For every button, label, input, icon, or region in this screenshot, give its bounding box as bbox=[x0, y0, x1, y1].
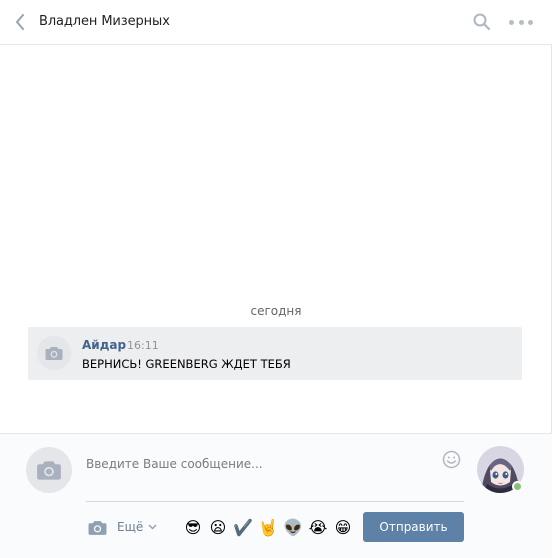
camera-icon bbox=[45, 346, 63, 360]
online-status-indicator bbox=[512, 481, 523, 492]
message-item[interactable]: Айдар 16:11 ВЕРНИСЬ! GREENBERG ЖДЕТ ТЕБЯ bbox=[28, 327, 522, 380]
my-avatar-upload[interactable] bbox=[26, 447, 72, 493]
quick-emoji-bar: 😎 😦 ✔️ 🤘 👽 😭 😁 bbox=[182, 518, 354, 538]
page-title[interactable]: Владлен Мизерных bbox=[39, 14, 170, 29]
sunglasses-emoji-icon[interactable]: 😎 bbox=[182, 518, 204, 538]
emoji-button[interactable] bbox=[442, 450, 461, 469]
attach-photo-button[interactable] bbox=[88, 520, 107, 536]
more-dots-icon bbox=[518, 19, 524, 25]
smile-icon bbox=[442, 450, 461, 469]
chevron-left-icon bbox=[16, 14, 24, 30]
message-text: ВЕРНИСЬ! GREENBERG ЖДЕТ ТЕБЯ bbox=[82, 357, 291, 371]
rock-on-emoji-icon[interactable]: 🤘 bbox=[257, 518, 279, 538]
send-button[interactable]: Отправить bbox=[363, 512, 464, 542]
search-icon bbox=[473, 13, 491, 31]
dialog-header: Владлен Мизерных bbox=[0, 0, 552, 45]
more-dots-icon bbox=[509, 19, 514, 25]
message-input[interactable] bbox=[86, 452, 431, 476]
message-time[interactable]: 16:11 bbox=[127, 339, 159, 352]
back-button[interactable] bbox=[10, 11, 30, 33]
date-separator: сегодня bbox=[250, 304, 302, 318]
frowning-emoji-icon[interactable]: 😦 bbox=[207, 518, 229, 538]
chevron-down-icon bbox=[148, 524, 157, 530]
camera-icon bbox=[88, 521, 107, 535]
message-composer: Ещё 😎 😦 ✔️ 🤘 👽 😭 😁 Отправить bbox=[0, 433, 552, 558]
search-button[interactable] bbox=[472, 12, 492, 32]
grinning-emoji-icon[interactable]: 😁 bbox=[332, 518, 354, 538]
camera-icon bbox=[37, 460, 61, 480]
message-input-wrap bbox=[86, 448, 464, 502]
more-dots-icon bbox=[528, 19, 533, 25]
dialog-window: Владлен Мизерных сегодня Айдар 16:11 ВЕР… bbox=[0, 0, 552, 558]
alien-emoji-icon[interactable]: 👽 bbox=[282, 518, 304, 538]
message-author[interactable]: Айдар bbox=[82, 338, 126, 352]
more-attachments-button[interactable]: Ещё bbox=[117, 520, 157, 534]
more-attachments-label: Ещё bbox=[117, 520, 144, 534]
message-avatar[interactable] bbox=[37, 336, 71, 370]
more-actions-button[interactable] bbox=[509, 14, 533, 30]
check-mark-emoji-icon[interactable]: ✔️ bbox=[232, 518, 254, 538]
crying-emoji-icon[interactable]: 😭 bbox=[307, 518, 329, 538]
